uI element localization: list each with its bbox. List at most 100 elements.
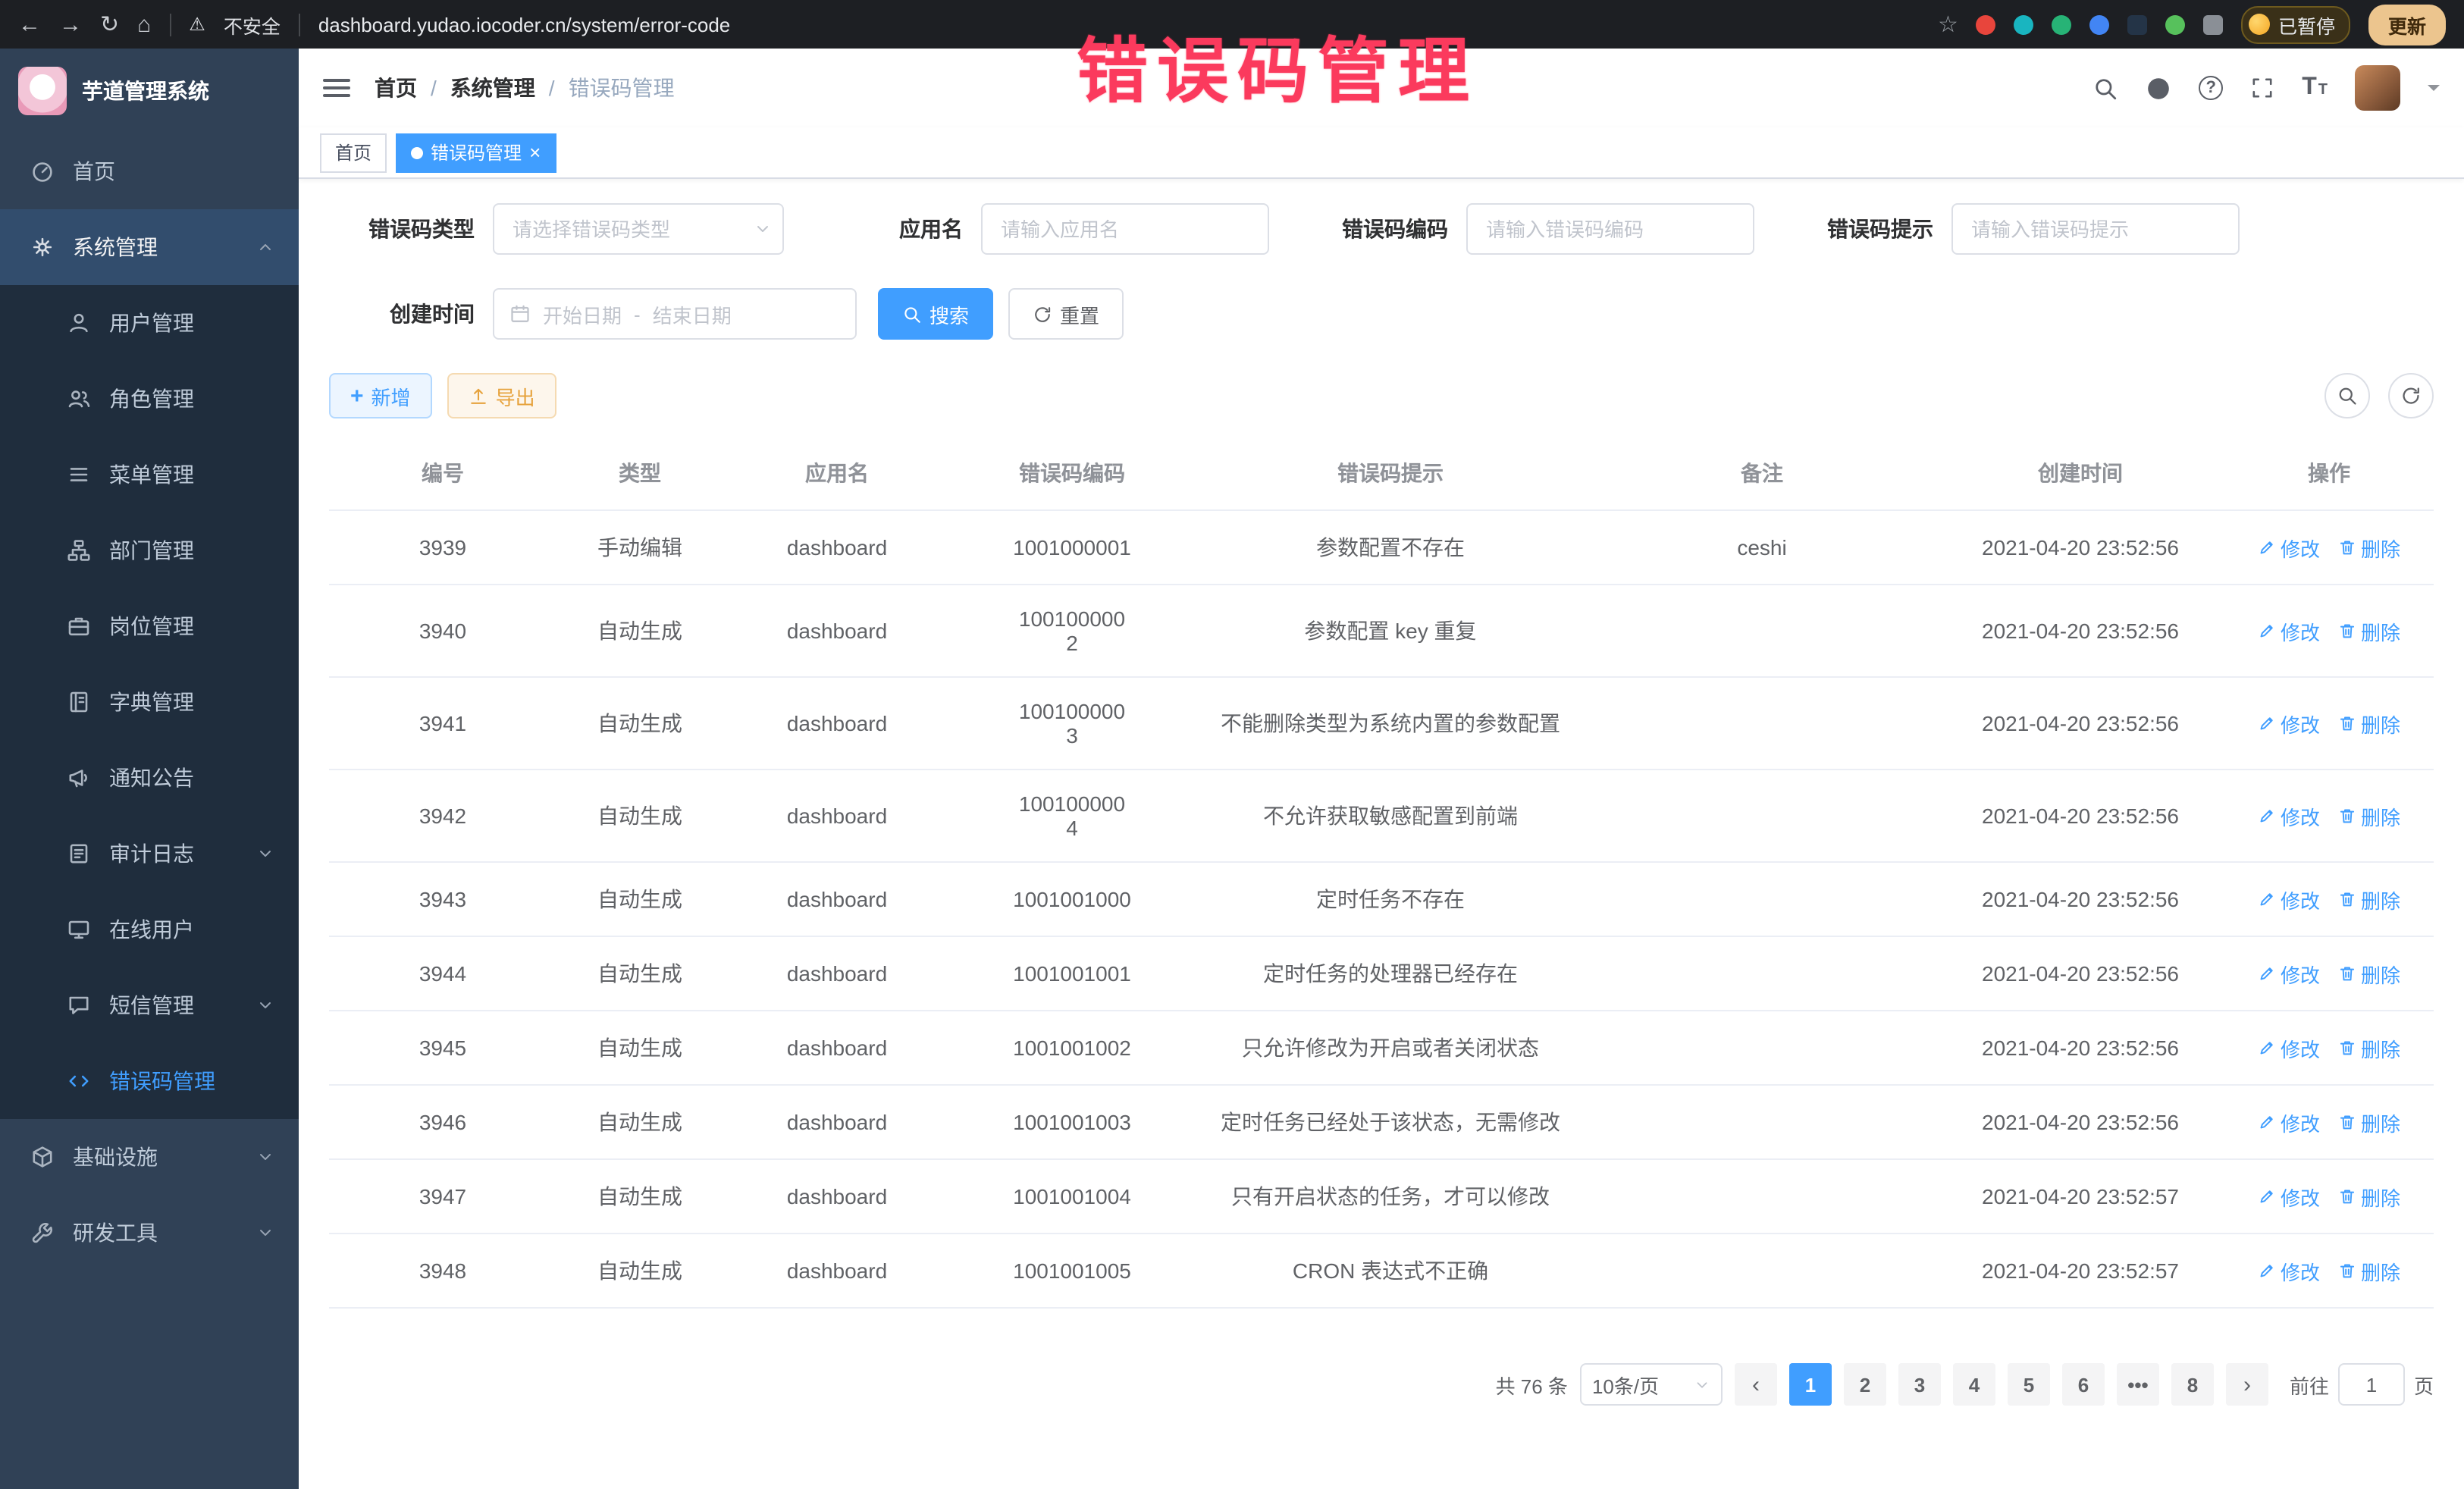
sidebar-item-dept-management[interactable]: 部门管理: [0, 513, 299, 588]
page-button-4[interactable]: 4: [1953, 1363, 1995, 1406]
table-row[interactable]: 3945 自动生成 dashboard 1001001002 只允许修改为开启或…: [329, 1011, 2434, 1085]
page-button-1[interactable]: 1: [1789, 1363, 1832, 1406]
sidebar-item-online-users[interactable]: 在线用户: [0, 892, 299, 967]
delete-link[interactable]: 删除: [2338, 801, 2400, 830]
edit-link[interactable]: 修改: [2258, 1256, 2320, 1285]
delete-link[interactable]: 删除: [2338, 616, 2400, 645]
caret-down-icon[interactable]: [2428, 85, 2440, 97]
sidebar-item-infrastructure[interactable]: 基础设施: [0, 1119, 299, 1195]
delete-link[interactable]: 删除: [2338, 959, 2400, 988]
sidebar-item-sms-management[interactable]: 短信管理: [0, 967, 299, 1043]
error-code-input[interactable]: [1466, 203, 1754, 255]
edit-link[interactable]: 修改: [2258, 533, 2320, 562]
table-row[interactable]: 3942 自动生成 dashboard 100100000 4 不允许获取敏感配…: [329, 770, 2434, 862]
error-type-select-input[interactable]: [493, 203, 784, 255]
edit-link[interactable]: 修改: [2258, 885, 2320, 914]
help-icon[interactable]: [2199, 76, 2223, 100]
date-range-picker[interactable]: 开始日期 - 结束日期: [493, 288, 857, 340]
browser-reload-icon[interactable]: [100, 13, 119, 36]
address-bar[interactable]: dashboard.yudao.iocoder.cn/system/error-…: [318, 13, 1920, 36]
delete-link[interactable]: 删除: [2338, 885, 2400, 914]
error-type-select[interactable]: [493, 203, 784, 255]
browser-home-icon[interactable]: [137, 13, 151, 36]
table-row[interactable]: 3947 自动生成 dashboard 1001001004 只有开启状态的任务…: [329, 1159, 2434, 1234]
sidebar-item-error-code-management[interactable]: 错误码管理: [0, 1043, 299, 1119]
goto-page-input[interactable]: [2338, 1363, 2405, 1406]
user-avatar[interactable]: [2355, 65, 2400, 111]
sidebar-item-audit-log[interactable]: 审计日志: [0, 816, 299, 892]
page-button-3[interactable]: 3: [1898, 1363, 1941, 1406]
reset-button[interactable]: 重置: [1008, 288, 1124, 340]
tag-error-code-management[interactable]: 错误码管理: [396, 133, 556, 172]
extension-icon-teal[interactable]: [2014, 14, 2034, 34]
extension-icon-blue[interactable]: [2090, 14, 2110, 34]
delete-link[interactable]: 删除: [2338, 1182, 2400, 1211]
sidebar-toggle-icon[interactable]: [323, 79, 350, 97]
sidebar-item-post-management[interactable]: 岗位管理: [0, 588, 299, 664]
table-row[interactable]: 3944 自动生成 dashboard 1001001001 定时任务的处理器已…: [329, 936, 2434, 1011]
toggle-search-button[interactable]: [2324, 373, 2370, 418]
table-row[interactable]: 3939 手动编辑 dashboard 1001000001 参数配置不存在 c…: [329, 510, 2434, 585]
fullscreen-icon[interactable]: [2250, 76, 2274, 100]
sidebar-item-dev-tools[interactable]: 研发工具: [0, 1195, 299, 1271]
sidebar-item-user-management[interactable]: 用户管理: [0, 285, 299, 361]
delete-link[interactable]: 删除: [2338, 1033, 2400, 1062]
extension-icon-red[interactable]: [1977, 14, 1996, 34]
edit-link[interactable]: 修改: [2258, 1033, 2320, 1062]
search-icon[interactable]: [2093, 75, 2118, 101]
tag-home[interactable]: 首页: [320, 133, 387, 172]
sidebar-item-menu-management[interactable]: 菜单管理: [0, 437, 299, 513]
app-name-input[interactable]: [981, 203, 1269, 255]
export-button[interactable]: 导出: [447, 373, 556, 418]
extension-icon-paw[interactable]: [2166, 14, 2186, 34]
next-page-button[interactable]: [2226, 1363, 2268, 1406]
error-hint-input[interactable]: [1951, 203, 2240, 255]
table-row[interactable]: 3943 自动生成 dashboard 1001001000 定时任务不存在 2…: [329, 862, 2434, 936]
table-row[interactable]: 3948 自动生成 dashboard 1001001005 CRON 表达式不…: [329, 1234, 2434, 1308]
close-icon[interactable]: [529, 142, 541, 163]
page-ellipsis-button[interactable]: •••: [2117, 1363, 2159, 1406]
page-button-6[interactable]: 6: [2062, 1363, 2105, 1406]
delete-link[interactable]: 删除: [2338, 1108, 2400, 1136]
sidebar-item-notice[interactable]: 通知公告: [0, 740, 299, 816]
delete-link[interactable]: 删除: [2338, 709, 2400, 738]
page-button-8[interactable]: 8: [2171, 1363, 2214, 1406]
table-row[interactable]: 3946 自动生成 dashboard 1001001003 定时任务已经处于该…: [329, 1085, 2434, 1159]
table-row[interactable]: 3940 自动生成 dashboard 100100000 2 参数配置 key…: [329, 585, 2434, 677]
page-button-5[interactable]: 5: [2008, 1363, 2050, 1406]
sidebar-item-home[interactable]: 首页: [0, 133, 299, 209]
edit-link[interactable]: 修改: [2258, 1182, 2320, 1211]
delete-link[interactable]: 删除: [2338, 1256, 2400, 1285]
extension-icon-dark[interactable]: [2128, 14, 2148, 34]
github-icon[interactable]: [2146, 75, 2171, 101]
font-size-icon[interactable]: [2302, 74, 2328, 102]
extension-icon-green[interactable]: [2052, 14, 2072, 34]
prev-page-button[interactable]: [1735, 1363, 1777, 1406]
edit-link[interactable]: 修改: [2258, 1108, 2320, 1136]
refresh-table-button[interactable]: [2388, 373, 2434, 418]
edit-link[interactable]: 修改: [2258, 801, 2320, 830]
browser-update-button[interactable]: 更新: [2368, 4, 2446, 45]
not-secure-label[interactable]: 不安全: [224, 10, 281, 39]
edit-link[interactable]: 修改: [2258, 959, 2320, 988]
browser-back-icon[interactable]: [18, 13, 41, 36]
search-button[interactable]: 搜索: [878, 288, 993, 340]
page-size-select[interactable]: 10条/页: [1580, 1363, 1723, 1406]
extensions-puzzle-icon[interactable]: [2204, 14, 2224, 34]
page-button-2[interactable]: 2: [1844, 1363, 1886, 1406]
add-button[interactable]: 新增: [329, 373, 432, 418]
delete-link[interactable]: 删除: [2338, 533, 2400, 562]
breadcrumb-system[interactable]: 系统管理: [450, 73, 535, 103]
edit-link[interactable]: 修改: [2258, 709, 2320, 738]
url-text[interactable]: dashboard.yudao.iocoder.cn/system/error-…: [318, 13, 730, 36]
browser-forward-icon[interactable]: [59, 13, 82, 36]
app-logo[interactable]: 芋道管理系统: [0, 49, 299, 133]
breadcrumb-home[interactable]: 首页: [375, 73, 417, 103]
sidebar-item-dict-management[interactable]: 字典管理: [0, 664, 299, 740]
profile-paused-badge[interactable]: 已暂停: [2242, 5, 2350, 43]
bookmark-star-icon[interactable]: [1938, 11, 1958, 38]
sidebar-item-system-management[interactable]: 系统管理: [0, 209, 299, 285]
sidebar-item-role-management[interactable]: 角色管理: [0, 361, 299, 437]
edit-link[interactable]: 修改: [2258, 616, 2320, 645]
table-row[interactable]: 3941 自动生成 dashboard 100100000 3 不能删除类型为系…: [329, 677, 2434, 770]
